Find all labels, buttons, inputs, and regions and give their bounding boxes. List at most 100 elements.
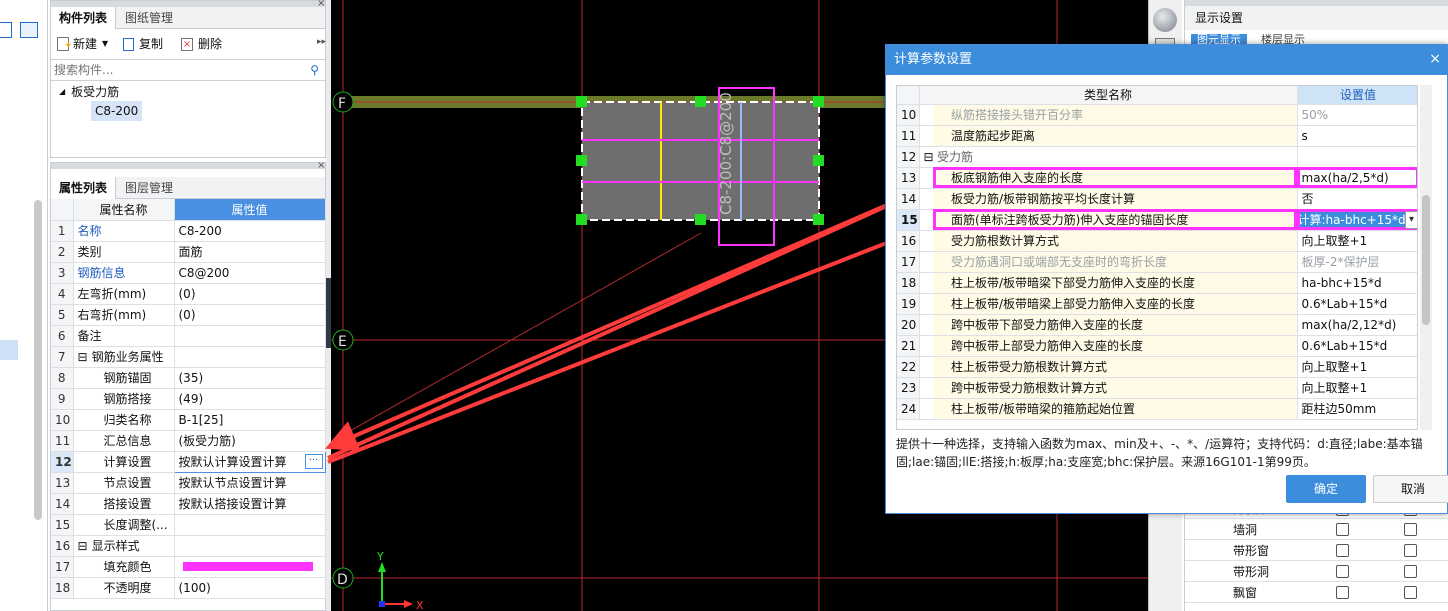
param-value[interactable]: 0.6*Lab+15*d <box>1297 293 1417 315</box>
tree-guide <box>919 125 933 147</box>
param-row[interactable]: 14 板受力筋/板带钢筋按平均长度计算 否 <box>897 188 1417 210</box>
tree-guide <box>919 209 933 231</box>
cancel-button[interactable]: 取消 <box>1373 475 1448 503</box>
param-value[interactable]: 0.6*Lab+15*d <box>1297 335 1417 357</box>
param-name-text: 柱上板带/板带暗梁上部受力筋伸入支座的长度 <box>951 297 1196 311</box>
dialog-title: 计算参数设置 <box>886 45 1447 75</box>
row-number: 21 <box>897 335 920 357</box>
calc-params-dialog: 计算参数设置 × 类型名称 设置值 10 纵筋搭接接头错开百分率 50% 11 温度筋起… <box>885 44 1448 514</box>
param-value[interactable]: 否 <box>1297 188 1417 210</box>
tree-guide <box>919 272 933 294</box>
param-row[interactable]: 11 温度筋起步距离 s <box>897 125 1417 147</box>
arrow-to-row-15 <box>327 214 952 464</box>
param-value[interactable] <box>1297 146 1417 168</box>
param-name: 跨中板带下部受力筋伸入支座的长度 <box>933 314 1298 336</box>
param-name: 柱上板带受力筋根数计算方式 <box>933 356 1298 378</box>
tree-guide <box>919 293 933 315</box>
row-number: 16 <box>897 230 920 252</box>
param-row[interactable]: 19 柱上板带/板带暗梁上部受力筋伸入支座的长度 0.6*Lab+15*d <box>897 293 1417 315</box>
param-value[interactable]: 计算:ha-bhc+15*d ▾ <box>1297 209 1417 231</box>
row-number: 15 <box>897 209 920 231</box>
tree-guide <box>919 251 933 273</box>
tree-guide <box>919 104 933 126</box>
row-number: 24 <box>897 398 920 420</box>
param-value[interactable]: 向上取整+1 <box>1297 356 1417 378</box>
param-value[interactable]: ha-bhc+15*d <box>1297 272 1417 294</box>
param-row[interactable]: 24 柱上板带/板带暗梁的箍筋起始位置 距柱边50mm <box>897 398 1417 420</box>
param-name-text: 柱上板带/板带暗梁下部受力筋伸入支座的长度 <box>951 276 1196 290</box>
param-value[interactable]: max(ha/2,12*d) <box>1297 314 1417 336</box>
scroll-thumb[interactable] <box>1422 195 1430 325</box>
param-name-text: 柱上板带/板带暗梁的箍筋起始位置 <box>951 402 1136 416</box>
param-row[interactable]: 20 跨中板带下部受力筋伸入支座的长度 max(ha/2,12*d) <box>897 314 1417 336</box>
param-value[interactable]: 50% <box>1297 104 1417 126</box>
param-name-text: 面筋(单标注跨板受力筋)伸入支座的锚固长度 <box>951 213 1189 227</box>
param-row[interactable]: 12 ⊟ 受力筋 <box>897 146 1417 168</box>
param-value-text: max(ha/2,12*d) <box>1301 317 1397 332</box>
params-scrollbar[interactable] <box>1420 85 1432 430</box>
tree-guide <box>919 335 933 357</box>
param-name-text: 受力筋 <box>937 150 974 164</box>
param-value[interactable]: s <box>1297 125 1417 147</box>
row-number: 18 <box>897 272 920 294</box>
tree-guide <box>919 314 933 336</box>
row-number: 11 <box>897 125 920 147</box>
param-row[interactable]: 23 跨中板带受力筋根数计算方式 向上取整+1 <box>897 377 1417 399</box>
param-name: 纵筋搭接接头错开百分率 <box>933 104 1298 126</box>
arrow-to-calc-setting <box>324 180 941 451</box>
param-name: 柱上板带/板带暗梁上部受力筋伸入支座的长度 <box>933 293 1298 315</box>
param-row[interactable]: 22 柱上板带受力筋根数计算方式 向上取整+1 <box>897 356 1417 378</box>
param-value-text: s <box>1301 128 1308 143</box>
collapse-icon[interactable]: ⊟ <box>924 150 934 164</box>
row-number: 10 <box>897 104 920 126</box>
row-number: 20 <box>897 314 920 336</box>
tree-guide <box>919 377 933 399</box>
header-setting-value: 设置值 <box>1297 86 1417 105</box>
tree-guide <box>919 356 933 378</box>
header-corner <box>897 86 920 105</box>
param-row[interactable]: 10 纵筋搭接接头错开百分率 50% <box>897 104 1417 126</box>
param-value-text: 向上取整+1 <box>1301 360 1368 374</box>
header-type-name: 类型名称 <box>919 86 1298 105</box>
param-name: 板受力筋/板带钢筋按平均长度计算 <box>933 188 1298 210</box>
param-name: 跨中板带上部受力筋伸入支座的长度 <box>933 335 1298 357</box>
param-name-text: 柱上板带受力筋根数计算方式 <box>951 360 1108 374</box>
dropdown-arrow-icon[interactable]: ▾ <box>1404 210 1417 229</box>
param-name: 受力筋根数计算方式 <box>933 230 1298 252</box>
param-row[interactable]: 18 柱上板带/板带暗梁下部受力筋伸入支座的长度 ha-bhc+15*d <box>897 272 1417 294</box>
param-name: 板底钢筋伸入支座的长度 <box>933 167 1298 189</box>
tree-guide <box>919 230 933 252</box>
param-value-text: 计算:ha-bhc+15*d <box>1297 213 1406 227</box>
param-row[interactable]: 15 面筋(单标注跨板受力筋)伸入支座的锚固长度 计算:ha-bhc+15*d ▾ <box>897 209 1417 231</box>
param-row[interactable]: 13 板底钢筋伸入支座的长度 max(ha/2,5*d) <box>897 167 1417 189</box>
param-name-text: 板底钢筋伸入支座的长度 <box>951 171 1084 185</box>
param-name: 柱上板带/板带暗梁下部受力筋伸入支座的长度 <box>933 272 1298 294</box>
param-name-text: 跨中板带上部受力筋伸入支座的长度 <box>951 339 1144 353</box>
row-number: 19 <box>897 293 920 315</box>
param-value[interactable]: 板厚-2*保护层 <box>1297 251 1417 273</box>
param-row[interactable]: 17 受力筋遇洞口或端部无支座时的弯折长度 板厚-2*保护层 <box>897 251 1417 273</box>
dialog-hint: 提供十一种选择，支持输入函数为max、min及+、-、*、/运算符；支持代码：d… <box>896 437 1423 469</box>
param-value-text: 0.6*Lab+15*d <box>1301 296 1388 311</box>
param-name-text: 受力筋根数计算方式 <box>951 234 1060 248</box>
row-number: 22 <box>897 356 920 378</box>
dialog-close-icon[interactable]: × <box>1429 51 1441 67</box>
param-row[interactable]: 16 受力筋根数计算方式 向上取整+1 <box>897 230 1417 252</box>
param-name: 受力筋 <box>933 146 1298 168</box>
param-value-text: 50% <box>1301 107 1329 122</box>
param-value-text: 板厚-2*保护层 <box>1301 255 1380 269</box>
param-name: 温度筋起步距离 <box>933 125 1298 147</box>
param-value-text: 否 <box>1301 192 1314 206</box>
param-name: 跨中板带受力筋根数计算方式 <box>933 377 1298 399</box>
confirm-button[interactable]: 确定 <box>1286 475 1366 503</box>
param-value[interactable]: 距柱边50mm <box>1297 398 1417 420</box>
param-row[interactable]: 21 跨中板带上部受力筋伸入支座的长度 0.6*Lab+15*d <box>897 335 1417 357</box>
tree-guide <box>919 398 933 420</box>
params-table-wrap: 类型名称 设置值 10 纵筋搭接接头错开百分率 50% 11 温度筋起步距离 s 12 ⊟ 受力… <box>896 85 1418 430</box>
param-value[interactable]: 向上取整+1 <box>1297 230 1417 252</box>
param-value-text: 0.6*Lab+15*d <box>1301 338 1388 353</box>
param-value-text: 向上取整+1 <box>1301 381 1368 395</box>
param-value[interactable]: max(ha/2,5*d) <box>1297 167 1417 189</box>
param-value[interactable]: 向上取整+1 <box>1297 377 1417 399</box>
param-name-text: 板受力筋/板带钢筋按平均长度计算 <box>951 192 1136 206</box>
